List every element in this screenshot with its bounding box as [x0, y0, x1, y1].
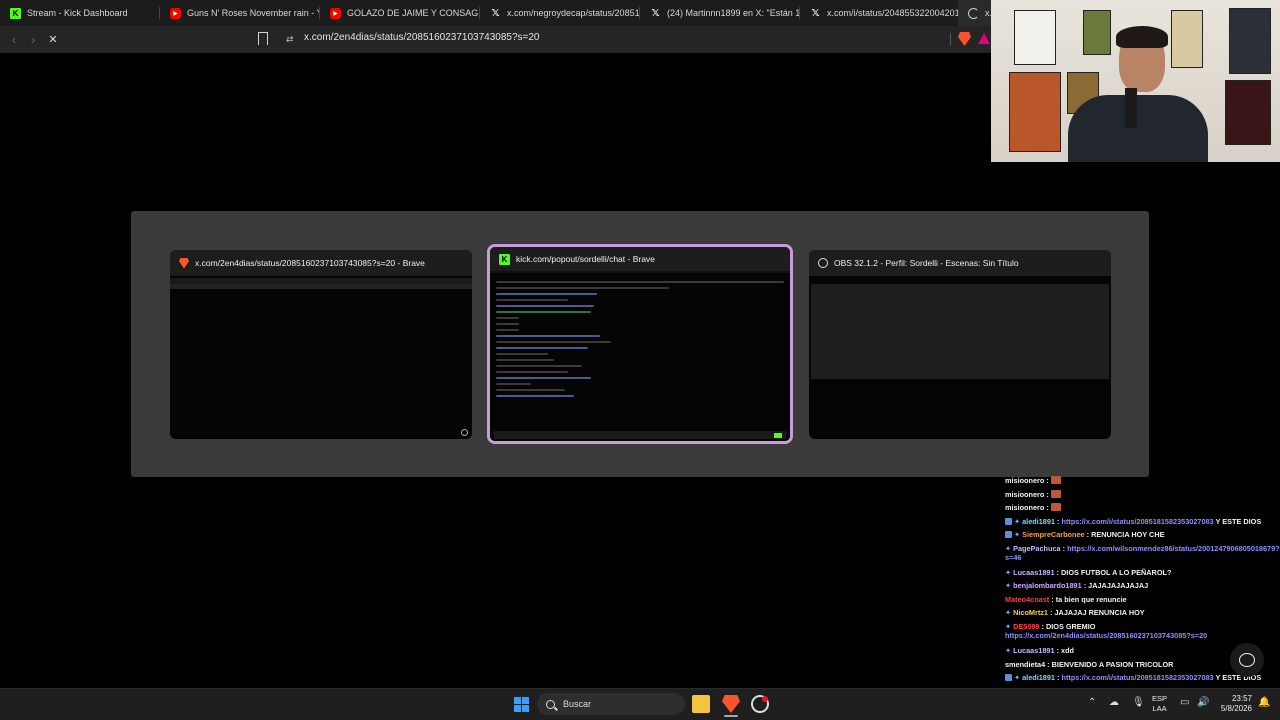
- youtube-icon: ▶: [330, 7, 341, 19]
- stop-button[interactable]: ✕: [45, 31, 61, 47]
- recording-indicator: [762, 696, 768, 702]
- site-settings-icon[interactable]: ⇄: [286, 34, 294, 45]
- kick-icon: K: [10, 7, 21, 19]
- chat-link[interactable]: https://x.com/i/status/20851815823530270…: [1062, 517, 1214, 526]
- chat-link[interactable]: https://x.com/2en4dias/status/2085160237…: [1005, 631, 1207, 640]
- task-switcher: x.com/2en4dias/status/208516023710374308…: [131, 211, 1149, 477]
- onedrive-icon[interactable]: ☁: [1109, 697, 1119, 708]
- toolbar-divider: [950, 33, 951, 46]
- chat-message: ✦ benjalombardo1891 : JAJAJAJAJAJAJ: [1005, 581, 1149, 590]
- window-title: kick.com/popout/sordelli/chat - Brave: [516, 254, 655, 264]
- star-icon: ✦: [1014, 530, 1021, 539]
- chat-message: ✦ DE5099 : DIOS GREMIO https://x.com/2en4…: [1005, 622, 1208, 640]
- chat-message: ✦ PagePachuca : https://x.com/wilsonmende…: [1005, 544, 1280, 562]
- switcher-window-brave[interactable]: x.com/2en4dias/status/208516023710374308…: [170, 250, 472, 439]
- chat-message: ✦ SiempreCarbonee : RENUNCIA HOY CHE: [1005, 530, 1280, 539]
- tab-title: x.com/negroydecap/status/2085173: [507, 8, 640, 18]
- loading-icon: [968, 7, 979, 19]
- x-icon: 𝕏: [811, 7, 820, 19]
- brave-rewards-icon[interactable]: [978, 33, 990, 44]
- tab-title: Stream - Kick Dashboard: [27, 8, 128, 18]
- star-icon: ✦: [1005, 622, 1012, 631]
- network-icon[interactable]: ▭: [1180, 697, 1189, 708]
- language-indicator[interactable]: ESP LAA: [1152, 694, 1167, 714]
- browser-tab[interactable]: 𝕏 x.com/i/status/20485532200420193: [800, 0, 958, 26]
- streamer-body: [1068, 95, 1208, 162]
- switcher-window-kick-chat[interactable]: K kick.com/popout/sordelli/chat - Brave: [487, 244, 793, 444]
- emote-icon: [1050, 490, 1061, 498]
- tab-title: GOLAZO DE JAIME Y CONSAGRACI: [347, 8, 480, 18]
- star-icon: ✦: [1005, 581, 1012, 590]
- search-icon: [546, 699, 555, 709]
- chat-message: misioonero :: [1005, 476, 1280, 485]
- subscriber-badge-icon: [1005, 674, 1012, 681]
- file-explorer-icon[interactable]: [692, 695, 710, 713]
- browser-tab[interactable]: ▶ Guns N' Roses November rain - You: [160, 0, 320, 26]
- poster-image: [1083, 10, 1111, 55]
- chat-link[interactable]: https://x.com/i/status/20851815823530270…: [1062, 673, 1214, 682]
- taskbar-search[interactable]: Buscar: [537, 693, 685, 715]
- obs-icon: [818, 258, 828, 268]
- forward-button[interactable]: ›: [25, 31, 41, 47]
- chat-message: ✦ NicoMrtz1 : JAJAJAJ RENUNCIA HOY: [1005, 608, 1145, 617]
- chat-message: ✦ Lucaas1891 : DIOS FUTBOL A LO PEÑAROL?: [1005, 568, 1172, 577]
- x-icon: 𝕏: [491, 7, 500, 19]
- browser-tab[interactable]: ▶ GOLAZO DE JAIME Y CONSAGRACI: [320, 0, 480, 26]
- tab-title: Guns N' Roses November rain - You: [187, 8, 320, 18]
- kick-icon: K: [499, 253, 510, 265]
- star-icon: ✦: [1014, 517, 1021, 526]
- window-title: OBS 32.1.2 - Perfil: Sordelli - Escenas:…: [834, 258, 1019, 268]
- subscriber-badge-icon: [1005, 518, 1012, 525]
- emote-icon: [1050, 503, 1061, 511]
- poster-image: [1171, 10, 1203, 68]
- back-button[interactable]: ‹: [6, 31, 22, 47]
- subscriber-badge-icon: [1005, 531, 1012, 538]
- volume-icon[interactable]: 🔊: [1197, 697, 1209, 708]
- clock[interactable]: 23:57 5/8/2026: [1212, 694, 1252, 714]
- window-thumbnail: [170, 276, 472, 439]
- microphone-icon[interactable]: 🎙: [1132, 697, 1145, 708]
- emote-icon: [1050, 476, 1061, 484]
- chat-message: misioonero :: [1005, 503, 1280, 512]
- browser-tab-active[interactable]: x.: [958, 0, 992, 26]
- notification-bell-icon[interactable]: 🔔: [1258, 697, 1270, 708]
- tab-title: x.com/i/status/20485532200420193: [827, 8, 958, 18]
- star-icon: ✦: [1005, 608, 1012, 617]
- chat-message: ✦ aledi1891 : https://x.com/i/status/2085…: [1005, 517, 1280, 526]
- window-thumbnail: [809, 276, 1111, 439]
- poster-image: [1229, 8, 1271, 74]
- browser-tab[interactable]: 𝕏 x.com/negroydecap/status/2085173: [480, 0, 640, 26]
- youtube-icon: ▶: [170, 7, 181, 19]
- streamer-hair: [1116, 26, 1168, 48]
- chat-message: Mateo4coast : ta bien que renuncie: [1005, 595, 1127, 604]
- x-icon: 𝕏: [651, 7, 660, 19]
- windows-start-icon[interactable]: [514, 697, 529, 712]
- browser-tab[interactable]: K Stream - Kick Dashboard: [0, 0, 160, 26]
- chat-message: misioonero :: [1005, 490, 1280, 499]
- active-app-indicator: [724, 715, 738, 717]
- chevron-up-icon[interactable]: ⌃: [1088, 697, 1096, 708]
- poster-image: [1014, 10, 1056, 65]
- bookmark-icon[interactable]: [258, 32, 268, 45]
- search-label: Buscar: [563, 699, 592, 709]
- poster-image: [1009, 72, 1061, 152]
- window-thumbnail: [490, 273, 790, 441]
- poster-image: [1225, 80, 1271, 145]
- star-icon: ✦: [1005, 544, 1012, 553]
- star-icon: ✦: [1005, 646, 1012, 655]
- address-bar[interactable]: x.com/2en4dias/status/208516023710374308…: [304, 32, 539, 43]
- star-icon: ✦: [1005, 568, 1012, 577]
- browser-tab[interactable]: 𝕏 (24) Martinnn1899 en X: "Están 10 a: [640, 0, 800, 26]
- star-icon: ✦: [1014, 673, 1021, 682]
- chat-bubble-icon[interactable]: [1230, 643, 1264, 677]
- chat-icon: [461, 429, 468, 436]
- tab-title: (24) Martinnn1899 en X: "Están 10 a: [667, 8, 800, 18]
- brave-icon: [179, 257, 189, 269]
- switcher-window-obs[interactable]: OBS 32.1.2 - Perfil: Sordelli - Escenas:…: [809, 250, 1111, 439]
- window-title: x.com/2en4dias/status/208516023710374308…: [195, 258, 425, 268]
- microphone: [1125, 88, 1137, 128]
